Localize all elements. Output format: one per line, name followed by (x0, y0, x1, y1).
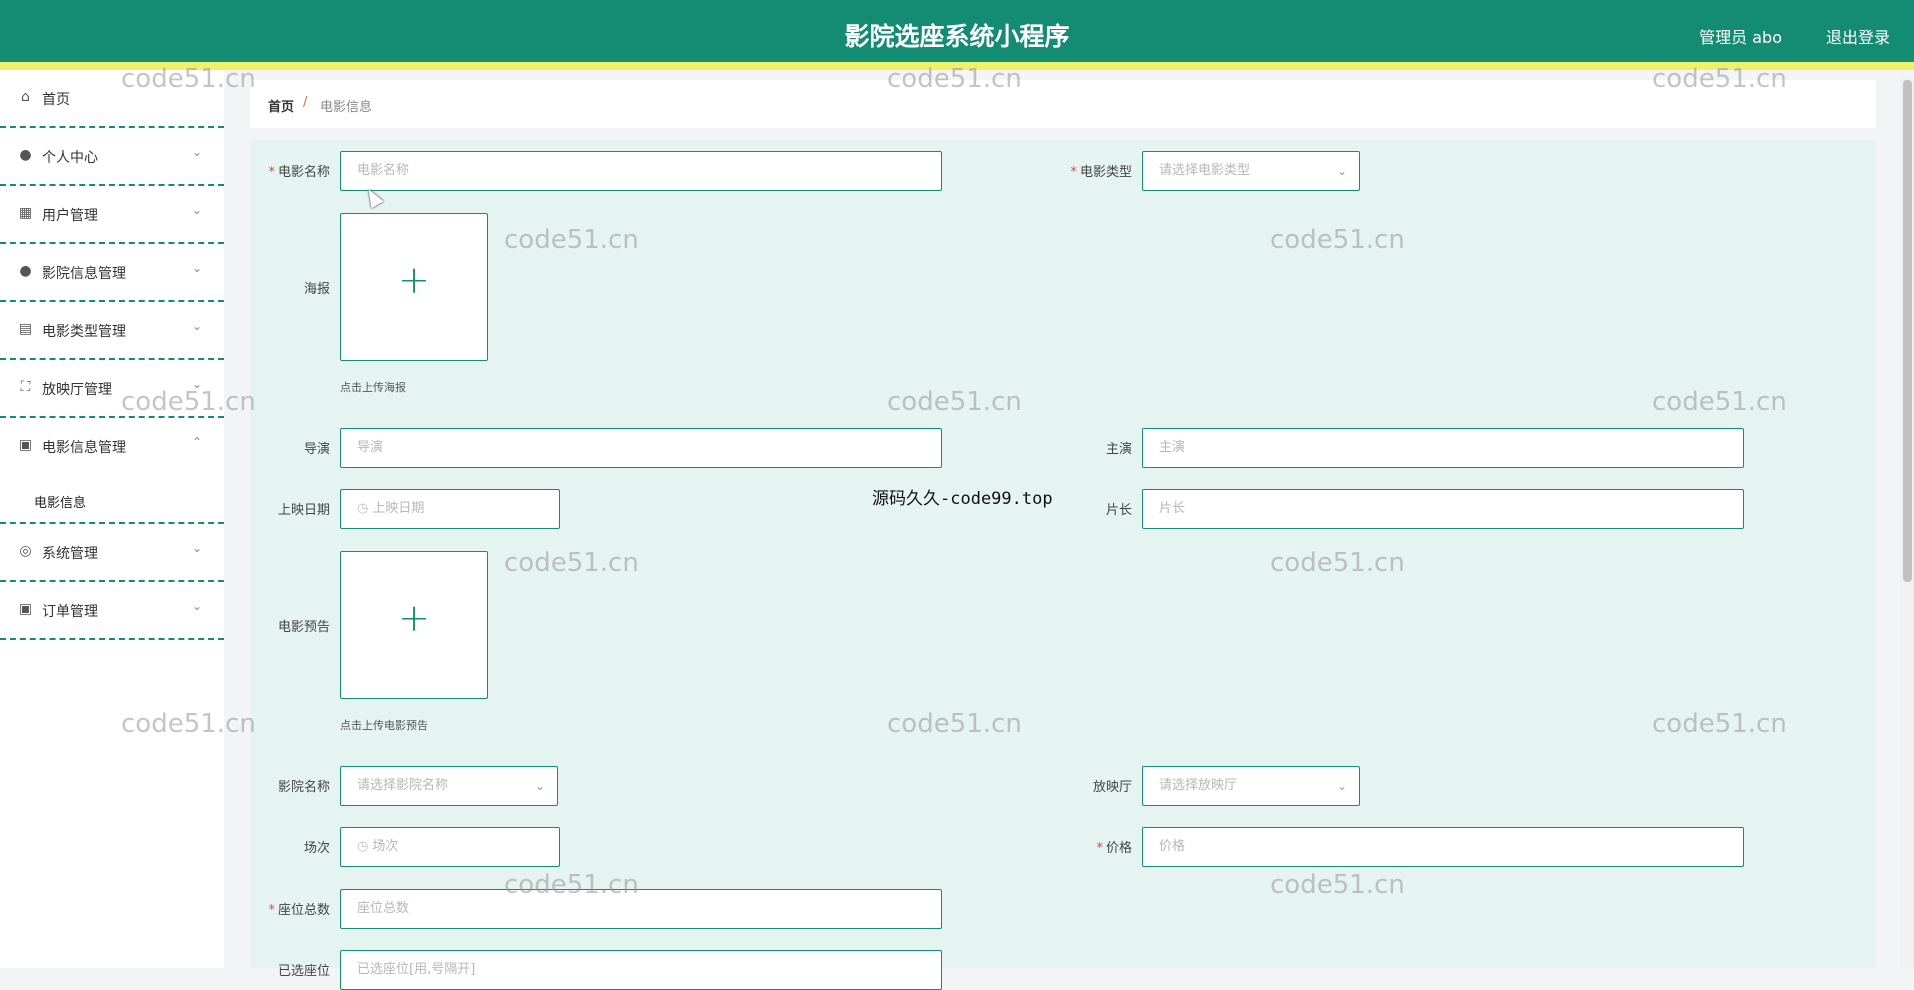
breadcrumb-current: 电影信息 (320, 100, 373, 115)
release-date-input[interactable]: ◷ 上映日期 (340, 489, 560, 529)
duration-label: 片长 (1105, 503, 1132, 518)
logout-button[interactable]: 退出登录 (1826, 24, 1890, 48)
director-label: 导演 (303, 442, 330, 457)
breadcrumb-separator: / (303, 95, 308, 110)
movie-name-label: * 电影名称 (268, 165, 330, 180)
home-icon: ⌂ (21, 89, 30, 105)
clock-icon: ◷ (357, 501, 369, 516)
sidebar-item-label: 电影类型管理 (42, 324, 126, 340)
sidebar-item-label: 用户管理 (42, 208, 98, 224)
movie-name-input[interactable]: 电影名称 (340, 151, 942, 191)
sidebar-item-personal-center[interactable]: ● 个人中心 ⌄ (0, 128, 224, 186)
poster-label: 海报 (303, 282, 330, 297)
user-icon: ● (19, 147, 32, 163)
duration-input[interactable]: 片长 (1142, 489, 1744, 529)
sidebar: ⌂ 首页 ● 个人中心 ⌄ ▦ 用户管理 ⌄ ● 影院信息管理 ⌄ ▤ 电影类型… (0, 70, 224, 968)
sidebar-item-label: 订单管理 (42, 604, 98, 620)
clock-icon: ◷ (357, 839, 369, 854)
release-date-label: 上映日期 (277, 503, 330, 518)
chevron-down-icon: ⌄ (191, 203, 202, 217)
cinema-name-select[interactable]: 请选择影院名称 ⌄ (340, 766, 558, 806)
briefcase-icon: ▣ (18, 601, 33, 617)
hall-select[interactable]: 请选择放映厅 ⌄ (1142, 766, 1360, 806)
session-label: 场次 (303, 841, 330, 856)
selected-seats-label: 已选座位 (277, 964, 330, 979)
chevron-down-icon: ⌄ (191, 261, 202, 275)
sidebar-item-user-management[interactable]: ▦ 用户管理 ⌄ (0, 186, 224, 244)
cinema-name-label: 影院名称 (277, 780, 330, 795)
sidebar-item-label: 个人中心 (42, 150, 98, 166)
sidebar-item-label: 首页 (42, 92, 70, 108)
seats-total-label: * 座位总数 (268, 903, 330, 918)
sidebar-item-movie-type-management[interactable]: ▤ 电影类型管理 ⌄ (0, 302, 224, 360)
sidebar-item-label: 影院信息管理 (42, 266, 126, 282)
director-input[interactable]: 导演 (340, 428, 942, 468)
movie-type-select[interactable]: 请选择电影类型 ⌄ (1142, 151, 1360, 191)
sidebar-item-home[interactable]: ⌂ 首页 (0, 70, 224, 128)
breadcrumb-home[interactable]: 首页 (268, 96, 294, 115)
price-label: * 价格 (1096, 841, 1132, 856)
sidebar-item-label: 放映厅管理 (42, 382, 112, 398)
sidebar-item-label: 系统管理 (42, 546, 98, 562)
trailer-upload[interactable]: + (340, 551, 488, 699)
app-title: 影院选座系统小程序 (844, 22, 1070, 51)
chevron-down-icon: ⌄ (191, 599, 202, 613)
chevron-down-icon: ⌄ (1336, 779, 1347, 793)
chevron-up-icon: ⌃ (191, 435, 202, 449)
plus-icon: + (398, 596, 430, 640)
selected-seats-input[interactable]: 已选座位[用,号隔开] (340, 950, 942, 990)
chevron-down-icon: ⌄ (191, 541, 202, 555)
briefcase-icon: ▣ (18, 437, 33, 453)
sidebar-subitem-label: 电影信息 (34, 496, 87, 511)
sidebar-item-cinema-management[interactable]: ● 影院信息管理 ⌄ (0, 244, 224, 302)
movie-type-label: * 电影类型 (1070, 165, 1132, 180)
sidebar-item-hall-management[interactable]: ⛶ 放映厅管理 ⌄ (0, 360, 224, 418)
current-user: 管理员 abo (1699, 28, 1782, 47)
sidebar-item-order-management[interactable]: ▣ 订单管理 ⌄ (0, 582, 224, 640)
chevron-down-icon: ⌄ (1336, 164, 1347, 178)
chevron-down-icon: ⌄ (534, 779, 545, 793)
trailer-label: 电影预告 (277, 620, 330, 635)
movie-form: * 电影名称 电影名称 * 电影类型 请选择电影类型 ⌄ 海报 + 点击上传海报 导演… (250, 140, 1876, 990)
sidebar-subitem-movie-info[interactable]: 电影信息 (0, 476, 224, 524)
top-header: 影院选座系统小程序 管理员 abo 退出登录 (0, 0, 1914, 70)
hall-label: 放映厅 (1092, 780, 1132, 795)
sidebar-item-movie-management[interactable]: ▣ 电影信息管理 ⌃ (0, 418, 224, 476)
chevron-down-icon: ⌄ (191, 145, 202, 159)
price-input[interactable]: 价格 (1142, 827, 1744, 867)
fullscreen-icon: ⛶ (20, 379, 31, 395)
breadcrumb: 首页 / 电影信息 (250, 80, 1876, 128)
sidebar-item-label: 电影信息管理 (42, 440, 126, 456)
chevron-down-icon: ⌄ (191, 319, 202, 333)
actor-input[interactable]: 主演 (1142, 428, 1744, 468)
seats-total-input[interactable]: 座位总数 (340, 889, 942, 929)
actor-label: 主演 (1105, 442, 1132, 457)
grid-icon: ▤ (18, 321, 33, 337)
user-icon: ● (19, 263, 32, 279)
scrollbar-thumb[interactable] (1903, 80, 1912, 582)
sidebar-item-system-management[interactable]: ◎ 系统管理 ⌄ (0, 524, 224, 582)
poster-upload[interactable]: + (340, 213, 488, 361)
trailer-hint: 点击上传电影预告 (340, 719, 428, 732)
settings-icon: ◎ (19, 543, 32, 559)
session-input[interactable]: ◷ 场次 (340, 827, 560, 867)
plus-icon: + (398, 258, 430, 302)
chart-icon: ▦ (18, 205, 33, 221)
page-scrollbar[interactable] (1900, 78, 1914, 968)
chevron-down-icon: ⌄ (191, 377, 202, 391)
poster-hint: 点击上传海报 (340, 381, 406, 394)
